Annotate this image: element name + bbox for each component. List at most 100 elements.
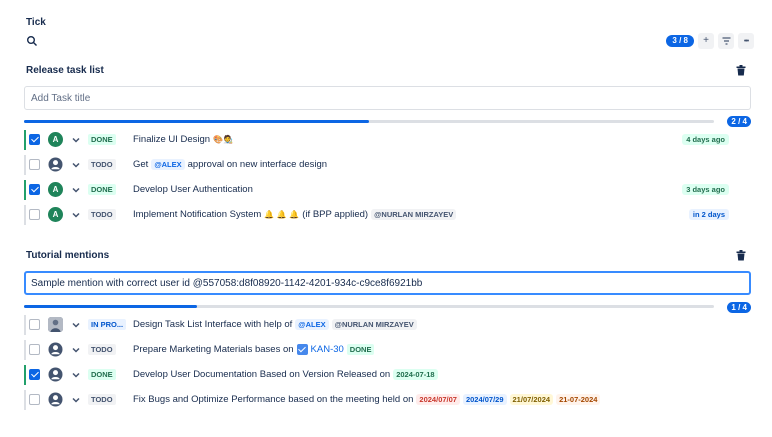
section-title-tutorial: Tutorial mentions <box>26 250 110 261</box>
task-title-text: Prepare Marketing Materials bases on <box>133 344 294 355</box>
date-lozenge[interactable]: 21/07/2024 <box>509 394 554 405</box>
status-badge[interactable]: TODO <box>88 209 116 220</box>
task-title-text: Implement Notification System <box>133 209 262 220</box>
date-lozenge[interactable]: 21-07-2024 <box>556 394 601 405</box>
task-title[interactable]: Get @ALEX approval on new interface design <box>133 159 327 170</box>
filter-button[interactable] <box>718 33 734 49</box>
chevron-down-icon[interactable] <box>71 210 81 220</box>
avatar[interactable]: A <box>48 207 63 222</box>
user-avatar-icon[interactable] <box>48 342 63 357</box>
add-button[interactable]: + <box>698 33 714 49</box>
task-row[interactable]: A DONE Develop User Authentication 3 day… <box>24 179 729 201</box>
task-title-text: Develop User Documentation Based on Vers… <box>133 369 391 380</box>
avatar[interactable]: A <box>48 132 63 147</box>
mention[interactable]: @NURLAN MIRZAYEV <box>331 319 417 330</box>
task-title[interactable]: Fix Bugs and Optimize Performance based … <box>133 394 601 405</box>
section-title-release: Release task list <box>26 65 104 76</box>
bell-icon: 🔔 🔔 🔔 <box>264 210 300 219</box>
status-badge[interactable]: DONE <box>88 369 116 380</box>
task-title-text: Get <box>133 159 149 170</box>
status-badge[interactable]: TODO <box>88 344 116 355</box>
progress-fill <box>24 305 197 308</box>
status-badge[interactable]: DONE <box>88 134 116 145</box>
row-status-bar <box>24 205 26 225</box>
row-status-bar <box>24 155 26 175</box>
task-checkbox[interactable] <box>29 369 40 380</box>
task-checkbox[interactable] <box>29 209 40 220</box>
task-row[interactable]: TODO Fix Bugs and Optimize Performance b… <box>24 389 729 411</box>
mention[interactable]: @ALEX <box>151 159 185 170</box>
date-lozenge[interactable]: 2024/07/07 <box>416 394 460 405</box>
top-toolbar: 3 / 8 + ••• <box>22 33 754 49</box>
user-avatar-icon[interactable] <box>48 392 63 407</box>
row-status-bar <box>24 180 26 200</box>
task-title[interactable]: Implement Notification System 🔔 🔔 🔔 (if BP… <box>133 209 457 220</box>
chevron-down-icon[interactable] <box>71 345 81 355</box>
task-title-text: Design Task List Interface with help of <box>133 319 293 330</box>
task-row[interactable]: A DONE Finalize UI Design 🎨🧑‍🎨 4 days ago <box>24 129 729 151</box>
progress-track <box>24 305 714 308</box>
date-lozenge[interactable]: 2024/07/29 <box>462 394 507 405</box>
completed-count-badge: 3 / 8 <box>666 35 694 47</box>
task-row[interactable]: TODO Prepare Marketing Materials bases o… <box>24 339 729 361</box>
task-checkbox[interactable] <box>29 344 40 355</box>
row-status-bar <box>24 130 26 150</box>
task-title[interactable]: Develop User Authentication <box>133 184 253 195</box>
progress-fill <box>24 120 369 123</box>
status-badge[interactable]: TODO <box>88 159 116 170</box>
task-checkbox[interactable] <box>29 134 40 145</box>
task-title[interactable]: Finalize UI Design 🎨🧑‍🎨 <box>133 134 233 145</box>
due-date: in 2 days <box>688 209 729 220</box>
task-checkbox[interactable] <box>29 394 40 405</box>
mention[interactable]: @NURLAN MIRZAYEV <box>371 209 457 220</box>
task-title[interactable]: Design Task List Interface with help of @… <box>133 319 417 330</box>
status-badge[interactable]: TODO <box>88 394 116 405</box>
trash-icon[interactable] <box>736 250 746 261</box>
task-title[interactable]: Develop User Documentation Based on Vers… <box>133 369 438 380</box>
user-avatar-icon[interactable] <box>48 157 63 172</box>
task-row[interactable]: DONE Develop User Documentation Based on… <box>24 364 729 386</box>
status-badge[interactable]: IN PRO... <box>88 319 127 330</box>
more-button[interactable]: ••• <box>738 33 754 49</box>
trash-icon[interactable] <box>736 65 746 76</box>
issue-status-badge: DONE <box>346 344 375 355</box>
row-status-bar <box>24 340 26 360</box>
jira-task-icon <box>296 344 308 355</box>
chevron-down-icon[interactable] <box>71 160 81 170</box>
mention[interactable]: @ALEX <box>295 319 329 330</box>
chevron-down-icon[interactable] <box>71 395 81 405</box>
progress-track <box>24 120 714 123</box>
chevron-down-icon[interactable] <box>71 185 81 195</box>
progress-badge: 2 / 4 <box>727 116 751 127</box>
row-status-bar <box>24 390 26 410</box>
task-checkbox[interactable] <box>29 184 40 195</box>
user-avatar-icon[interactable] <box>48 367 63 382</box>
status-badge[interactable]: DONE <box>88 184 116 195</box>
task-title[interactable]: Prepare Marketing Materials bases on KAN-… <box>133 344 375 355</box>
task-row[interactable]: IN PRO... Design Task List Interface wit… <box>24 314 729 336</box>
avatar[interactable]: A <box>48 182 63 197</box>
chevron-down-icon[interactable] <box>71 370 81 380</box>
issue-link[interactable]: KAN-30 <box>311 344 344 355</box>
due-date: 3 days ago <box>682 184 729 195</box>
task-row[interactable]: A TODO Implement Notification System 🔔 🔔 … <box>24 204 729 226</box>
user-photo-avatar[interactable] <box>48 317 63 332</box>
chevron-down-icon[interactable] <box>71 135 81 145</box>
progress-badge: 1 / 4 <box>727 302 751 313</box>
task-title-text: approval on new interface design <box>187 159 328 170</box>
row-status-bar <box>24 315 26 335</box>
task-title-text: Develop User Authentication <box>133 184 253 195</box>
row-status-bar <box>24 365 26 385</box>
date-lozenge[interactable]: 2024-07-18 <box>393 369 438 380</box>
palette-icon: 🎨🧑‍🎨 <box>213 135 234 144</box>
app-title: Tick <box>26 17 46 28</box>
add-task-input[interactable] <box>24 271 751 295</box>
search-icon[interactable] <box>26 35 38 47</box>
add-task-input[interactable] <box>24 86 751 110</box>
task-checkbox[interactable] <box>29 319 40 330</box>
task-checkbox[interactable] <box>29 159 40 170</box>
filter-icon <box>722 37 730 45</box>
chevron-down-icon[interactable] <box>71 320 81 330</box>
task-title-text: (if BPP applied) <box>302 209 369 220</box>
task-row[interactable]: TODO Get @ALEX approval on new interface d… <box>24 154 729 176</box>
